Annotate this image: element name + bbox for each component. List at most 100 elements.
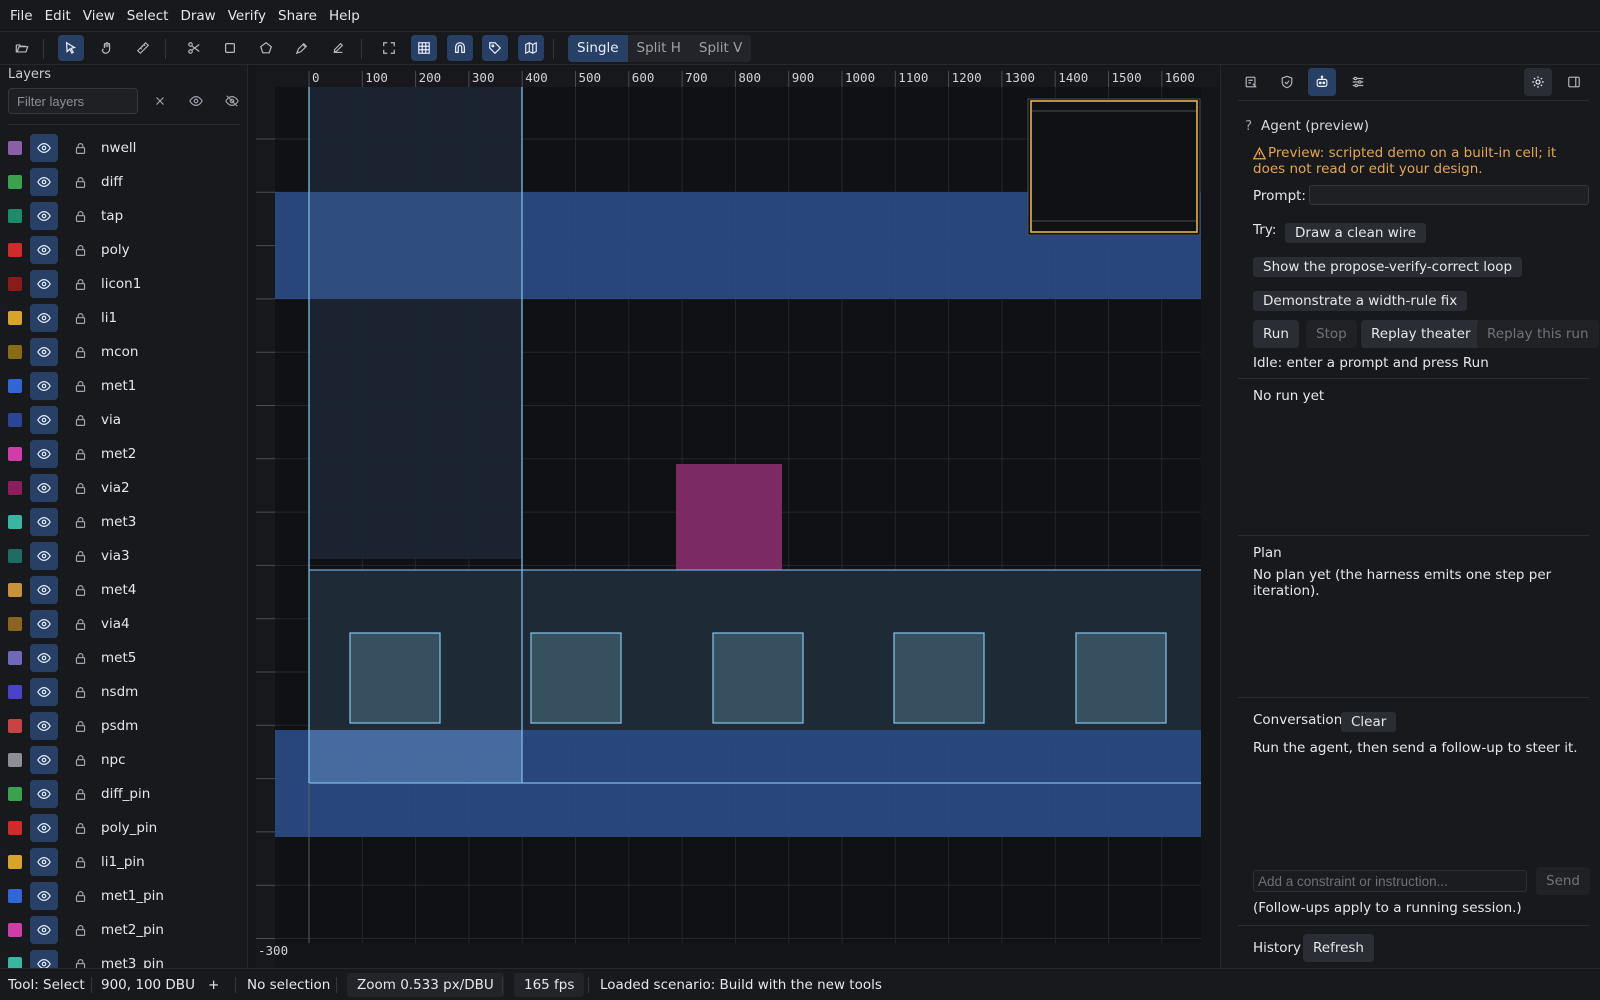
layer-visibility-toggle[interactable] bbox=[30, 270, 58, 298]
layer-visibility-toggle[interactable] bbox=[30, 814, 58, 842]
layer-lock-toggle[interactable] bbox=[72, 412, 88, 428]
message-input[interactable] bbox=[1253, 870, 1527, 892]
layer-row[interactable]: diff bbox=[0, 165, 247, 199]
layer-visibility-toggle[interactable] bbox=[30, 610, 58, 638]
layer-lock-toggle[interactable] bbox=[72, 718, 88, 734]
layer-lock-toggle[interactable] bbox=[72, 922, 88, 938]
status-zoom[interactable]: Zoom 0.533 px/DBU bbox=[347, 973, 504, 997]
layer-visibility-toggle[interactable] bbox=[30, 202, 58, 230]
layer-visibility-toggle[interactable] bbox=[30, 848, 58, 876]
layer-lock-toggle[interactable] bbox=[72, 208, 88, 224]
layer-row[interactable]: npc bbox=[0, 743, 247, 777]
stop-button[interactable]: Stop bbox=[1306, 320, 1357, 348]
view-mode-split-v[interactable]: Split V bbox=[690, 35, 751, 62]
layer-visibility-toggle[interactable] bbox=[30, 134, 58, 162]
layer-visibility-toggle[interactable] bbox=[30, 746, 58, 774]
layer-row[interactable]: met3_pin bbox=[0, 947, 247, 968]
layer-row[interactable]: diff_pin bbox=[0, 777, 247, 811]
layer-row[interactable]: nwell bbox=[0, 131, 247, 165]
menu-file[interactable]: File bbox=[4, 0, 39, 32]
clear-conversation-button[interactable]: Clear bbox=[1341, 712, 1397, 732]
layer-row[interactable]: met5 bbox=[0, 641, 247, 675]
show-all-layers-button[interactable] bbox=[188, 93, 204, 109]
layer-color-swatch[interactable] bbox=[8, 821, 22, 835]
polygon-tool-button[interactable] bbox=[253, 35, 279, 61]
snap-toggle-button[interactable] bbox=[447, 35, 473, 61]
refresh-history-button[interactable]: Refresh bbox=[1303, 934, 1374, 962]
layer-color-swatch[interactable] bbox=[8, 277, 22, 291]
layer-color-swatch[interactable] bbox=[8, 447, 22, 461]
layer-visibility-toggle[interactable] bbox=[30, 406, 58, 434]
layer-row[interactable]: nsdm bbox=[0, 675, 247, 709]
view-mode-split-h[interactable]: Split H bbox=[628, 35, 690, 62]
layer-row[interactable]: via4 bbox=[0, 607, 247, 641]
layer-visibility-toggle[interactable] bbox=[30, 644, 58, 672]
replay-run-button[interactable]: Replay this run bbox=[1477, 320, 1599, 348]
layer-lock-toggle[interactable] bbox=[72, 344, 88, 360]
layer-lock-toggle[interactable] bbox=[72, 310, 88, 326]
tab-verify[interactable] bbox=[1273, 68, 1301, 96]
layer-row[interactable]: met1_pin bbox=[0, 879, 247, 913]
layer-lock-toggle[interactable] bbox=[72, 446, 88, 462]
layer-filter-input[interactable] bbox=[8, 88, 138, 114]
layer-visibility-toggle[interactable] bbox=[30, 780, 58, 808]
layer-color-swatch[interactable] bbox=[8, 923, 22, 937]
layer-visibility-toggle[interactable] bbox=[30, 474, 58, 502]
layer-lock-toggle[interactable] bbox=[72, 786, 88, 802]
path-tool-button[interactable] bbox=[289, 35, 315, 61]
layer-lock-toggle[interactable] bbox=[72, 888, 88, 904]
layer-row[interactable]: psdm bbox=[0, 709, 247, 743]
layer-row[interactable]: tap bbox=[0, 199, 247, 233]
minimap-toggle-button[interactable] bbox=[518, 35, 544, 61]
layer-visibility-toggle[interactable] bbox=[30, 338, 58, 366]
layer-color-swatch[interactable] bbox=[8, 855, 22, 869]
layer-color-swatch[interactable] bbox=[8, 175, 22, 189]
layer-visibility-toggle[interactable] bbox=[30, 950, 58, 968]
layer-color-swatch[interactable] bbox=[8, 549, 22, 563]
view-mode-single[interactable]: Single bbox=[568, 35, 628, 62]
layer-row[interactable]: poly bbox=[0, 233, 247, 267]
menu-draw[interactable]: Draw bbox=[174, 0, 221, 32]
layer-color-swatch[interactable] bbox=[8, 379, 22, 393]
layer-lock-toggle[interactable] bbox=[72, 242, 88, 258]
layer-visibility-toggle[interactable] bbox=[30, 304, 58, 332]
fit-view-button[interactable] bbox=[376, 35, 402, 61]
clear-filter-button[interactable] bbox=[152, 93, 168, 109]
layer-lock-toggle[interactable] bbox=[72, 854, 88, 870]
try-chip-draw-wire[interactable]: Draw a clean wire bbox=[1285, 223, 1427, 243]
layer-color-swatch[interactable] bbox=[8, 413, 22, 427]
layer-color-swatch[interactable] bbox=[8, 141, 22, 155]
layer-row[interactable]: met3 bbox=[0, 505, 247, 539]
layer-row[interactable]: li1_pin bbox=[0, 845, 247, 879]
layer-row[interactable]: met2_pin bbox=[0, 913, 247, 947]
menu-select[interactable]: Select bbox=[121, 0, 175, 32]
layer-row[interactable]: met4 bbox=[0, 573, 247, 607]
tab-agent[interactable] bbox=[1308, 68, 1336, 96]
layer-visibility-toggle[interactable] bbox=[30, 542, 58, 570]
tab-properties[interactable] bbox=[1344, 68, 1372, 96]
layer-lock-toggle[interactable] bbox=[72, 820, 88, 836]
cut-tool-button[interactable] bbox=[181, 35, 207, 61]
layer-row[interactable]: met2 bbox=[0, 437, 247, 471]
edit-tool-button[interactable] bbox=[325, 35, 351, 61]
menu-help[interactable]: Help bbox=[323, 0, 366, 32]
layer-lock-toggle[interactable] bbox=[72, 378, 88, 394]
menu-view[interactable]: View bbox=[77, 0, 121, 32]
layer-lock-toggle[interactable] bbox=[72, 650, 88, 666]
layer-lock-toggle[interactable] bbox=[72, 276, 88, 292]
run-button[interactable]: Run bbox=[1253, 320, 1299, 348]
layer-color-swatch[interactable] bbox=[8, 957, 22, 968]
layer-visibility-toggle[interactable] bbox=[30, 916, 58, 944]
layer-visibility-toggle[interactable] bbox=[30, 678, 58, 706]
layer-lock-toggle[interactable] bbox=[72, 752, 88, 768]
layer-row[interactable]: via3 bbox=[0, 539, 247, 573]
layer-visibility-toggle[interactable] bbox=[30, 576, 58, 604]
layout-canvas[interactable]: 0 100 200 300 400 500 600 700 800 900 1000 1100 1200… bbox=[256, 65, 1220, 968]
layer-color-swatch[interactable] bbox=[8, 889, 22, 903]
layer-visibility-toggle[interactable] bbox=[30, 712, 58, 740]
layout-viewport[interactable]: 0 100 200 300 400 500 600 700 800 900 1000 1100 1200… bbox=[256, 65, 1220, 968]
layer-lock-toggle[interactable] bbox=[72, 514, 88, 530]
layer-visibility-toggle[interactable] bbox=[30, 508, 58, 536]
layer-visibility-toggle[interactable] bbox=[30, 882, 58, 910]
rectangle-tool-button[interactable] bbox=[217, 35, 243, 61]
